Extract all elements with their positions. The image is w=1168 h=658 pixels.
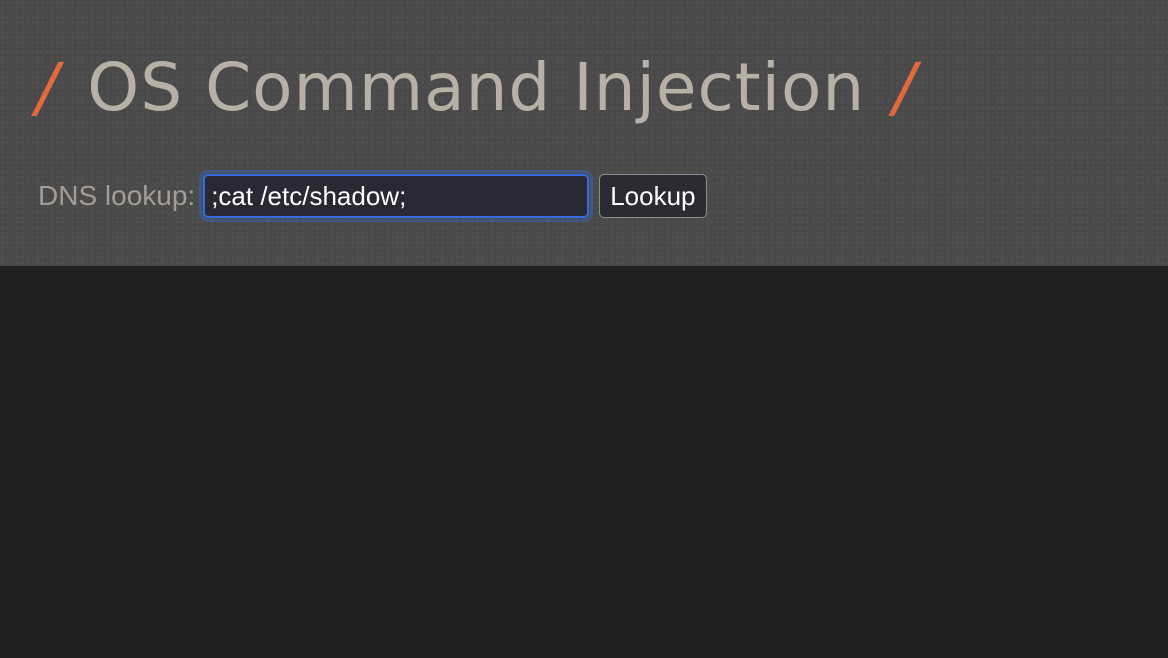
page-title-text: OS Command Injection [87, 49, 866, 126]
lookup-button[interactable]: Lookup [599, 174, 707, 218]
header-panel: / OS Command Injection / DNS lookup: Looku… [0, 0, 1168, 266]
dns-lookup-label: DNS lookup: [38, 180, 196, 211]
title-slash-left: / [36, 49, 60, 126]
page-title: / OS Command Injection / [36, 38, 916, 138]
title-slash-right: / [893, 49, 917, 126]
dns-lookup-input[interactable] [199, 170, 594, 222]
dns-lookup-form: DNS lookup: Lookup [38, 170, 707, 222]
results-area [0, 266, 1168, 658]
